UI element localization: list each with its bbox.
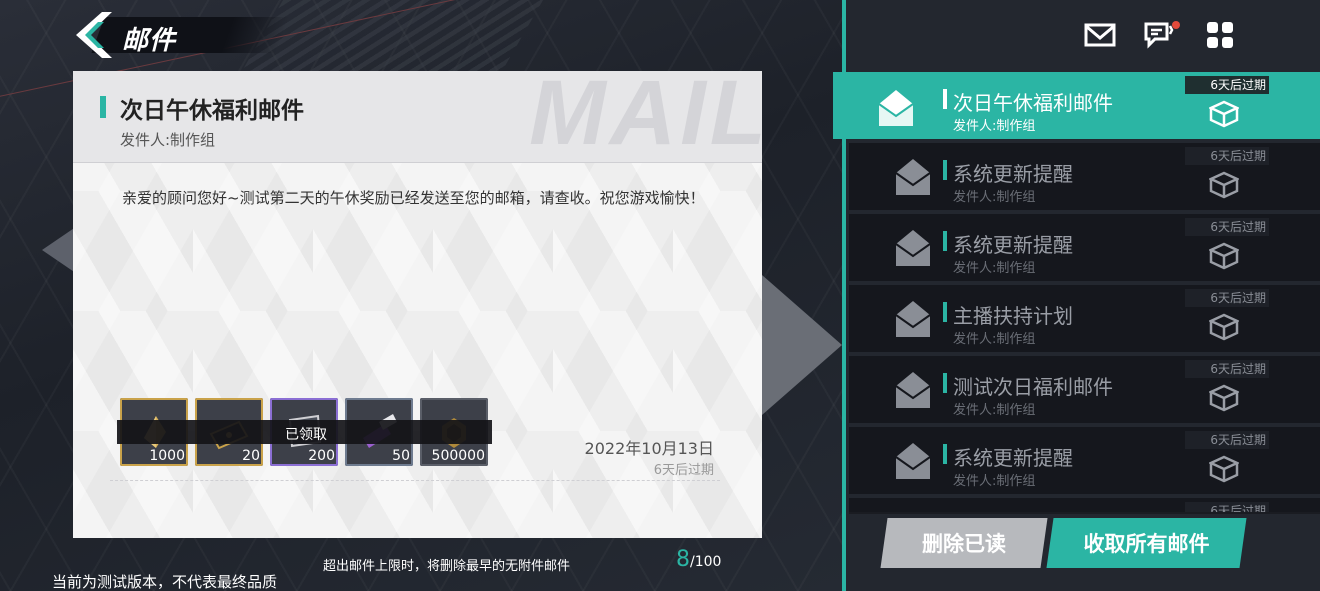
page-title: 邮件 xyxy=(122,26,177,56)
mail-item-sender: 发件人:制作组 xyxy=(953,474,1036,489)
mail-count: 8 xyxy=(676,547,690,572)
list-bottom-edge xyxy=(849,512,1320,514)
menu-button[interactable] xyxy=(1204,20,1236,50)
mail-list-item[interactable]: 系统更新提醒 发件人:制作组 6天后过期 xyxy=(849,214,1320,281)
attachment-box-icon xyxy=(1209,171,1239,199)
envelope-open-icon xyxy=(895,372,931,408)
back-arrow-icon xyxy=(76,12,112,58)
mail-item-accent xyxy=(943,89,947,109)
chat-button[interactable] xyxy=(1143,20,1175,50)
attachment-box-icon xyxy=(1209,455,1239,483)
mail-item-accent xyxy=(943,231,947,251)
mail-item-expiry: 6天后过期 xyxy=(1185,502,1269,512)
envelope-open-icon xyxy=(878,90,914,126)
header: 邮件 xyxy=(62,12,312,58)
version-notice: 当前为测试版本，不代表最终品质 xyxy=(52,573,278,591)
notification-dot xyxy=(1172,21,1180,29)
delete-read-button[interactable]: 删除已读 xyxy=(880,518,1048,568)
mail-expiry: 6天后过期 xyxy=(653,463,714,478)
envelope-open-icon xyxy=(895,301,931,337)
mail-item-title: 测试次日福利邮件 xyxy=(953,375,1113,399)
mail-item-sender: 发件人:制作组 xyxy=(953,119,1036,134)
mail-item-accent xyxy=(943,160,947,180)
mail-capacity: 8/100 xyxy=(676,547,721,572)
mail-item-expiry: 6天后过期 xyxy=(1185,431,1269,449)
mail-item-title: 系统更新提醒 xyxy=(953,446,1073,470)
mail-detail-header: MAIL 次日午休福利邮件 发件人:制作组 xyxy=(73,71,762,163)
mail-list-item[interactable]: 系统更新提醒 发件人:制作组 6天后过期 xyxy=(849,143,1320,210)
envelope-open-icon xyxy=(895,159,931,195)
mail-list: 次日午休福利邮件 发件人:制作组 6天后过期 系统更新提醒 发件人:制作组 6天… xyxy=(833,72,1320,512)
mail-item-expiry: 6天后过期 xyxy=(1185,76,1269,94)
mail-item-title: 系统更新提醒 xyxy=(953,162,1073,186)
back-button[interactable] xyxy=(68,12,112,58)
mail-max: /100 xyxy=(690,554,722,570)
envelope-open-icon xyxy=(895,443,931,479)
mail-list-item[interactable]: 主播扶持计划 发件人:制作组 6天后过期 xyxy=(849,285,1320,352)
mail-list-item[interactable]: 次日午休福利邮件 发件人:制作组 6天后过期 xyxy=(833,72,1320,139)
claim-all-label: 收取所有邮件 xyxy=(1083,531,1210,556)
attachment-box-icon xyxy=(1209,100,1239,128)
mail-title: 次日午休福利邮件 xyxy=(120,98,304,124)
mail-limit-notice: 超出邮件上限时，将删除最早的无附件邮件 xyxy=(323,559,571,574)
attachment-count: 500000 xyxy=(431,448,485,464)
mail-detail-card: MAIL 次日午休福利邮件 发件人:制作组 亲爱的顾问您好~测试第二天的午休奖励… xyxy=(73,71,762,538)
mail-item-sender: 发件人:制作组 xyxy=(953,332,1036,347)
mail-item-expiry: 6天后过期 xyxy=(1185,147,1269,165)
mail-item-sender: 发件人:制作组 xyxy=(953,190,1036,205)
attachment-box-icon xyxy=(1209,313,1239,341)
menu-grid-icon xyxy=(1207,22,1233,48)
mail-button[interactable] xyxy=(1084,20,1116,50)
mail-item-sender: 发件人:制作组 xyxy=(953,261,1036,276)
title-accent-bar xyxy=(100,96,106,118)
attachment-count: 1000 xyxy=(149,448,185,464)
mail-item-title: 系统更新提醒 xyxy=(953,233,1073,257)
attachment-box-icon xyxy=(1209,384,1239,412)
right-page-arrow xyxy=(762,275,842,415)
envelope-open-icon xyxy=(895,230,931,266)
mail-icon xyxy=(1084,23,1116,47)
mail-watermark: MAIL xyxy=(529,71,762,163)
mail-date: 2022年10月13日 xyxy=(584,439,714,458)
attachment-count: 50 xyxy=(392,448,410,464)
delete-read-label: 删除已读 xyxy=(922,531,1006,556)
attachment-count: 200 xyxy=(308,448,335,464)
mail-item-title: 次日午休福利邮件 xyxy=(953,91,1113,115)
mail-item-expiry: 6天后过期 xyxy=(1185,218,1269,236)
mail-body: 亲爱的顾问您好~测试第二天的午休奖励已经发送至您的邮箱，请查收。祝您游戏愉快！ xyxy=(122,189,705,207)
claimed-label: 已领取 xyxy=(285,427,327,443)
chat-icon xyxy=(1144,22,1174,49)
mail-item-accent xyxy=(943,302,947,322)
mail-sender: 发件人:制作组 xyxy=(120,131,216,149)
mail-item-accent xyxy=(943,444,947,464)
mail-list-item[interactable]: 6天后过期 xyxy=(849,498,1320,512)
card-divider xyxy=(110,480,720,481)
mail-item-expiry: 6天后过期 xyxy=(1185,360,1269,378)
claim-all-button[interactable]: 收取所有邮件 xyxy=(1046,518,1247,568)
mail-item-title: 主播扶持计划 xyxy=(953,304,1073,328)
mail-item-expiry: 6天后过期 xyxy=(1185,289,1269,307)
mail-item-sender: 发件人:制作组 xyxy=(953,403,1036,418)
mail-item-accent xyxy=(943,373,947,393)
mail-list-item[interactable]: 测试次日福利邮件 发件人:制作组 6天后过期 xyxy=(849,356,1320,423)
mail-list-item[interactable]: 系统更新提醒 发件人:制作组 6天后过期 xyxy=(849,427,1320,494)
attachment-box-icon xyxy=(1209,242,1239,270)
attachment-count: 20 xyxy=(242,448,260,464)
